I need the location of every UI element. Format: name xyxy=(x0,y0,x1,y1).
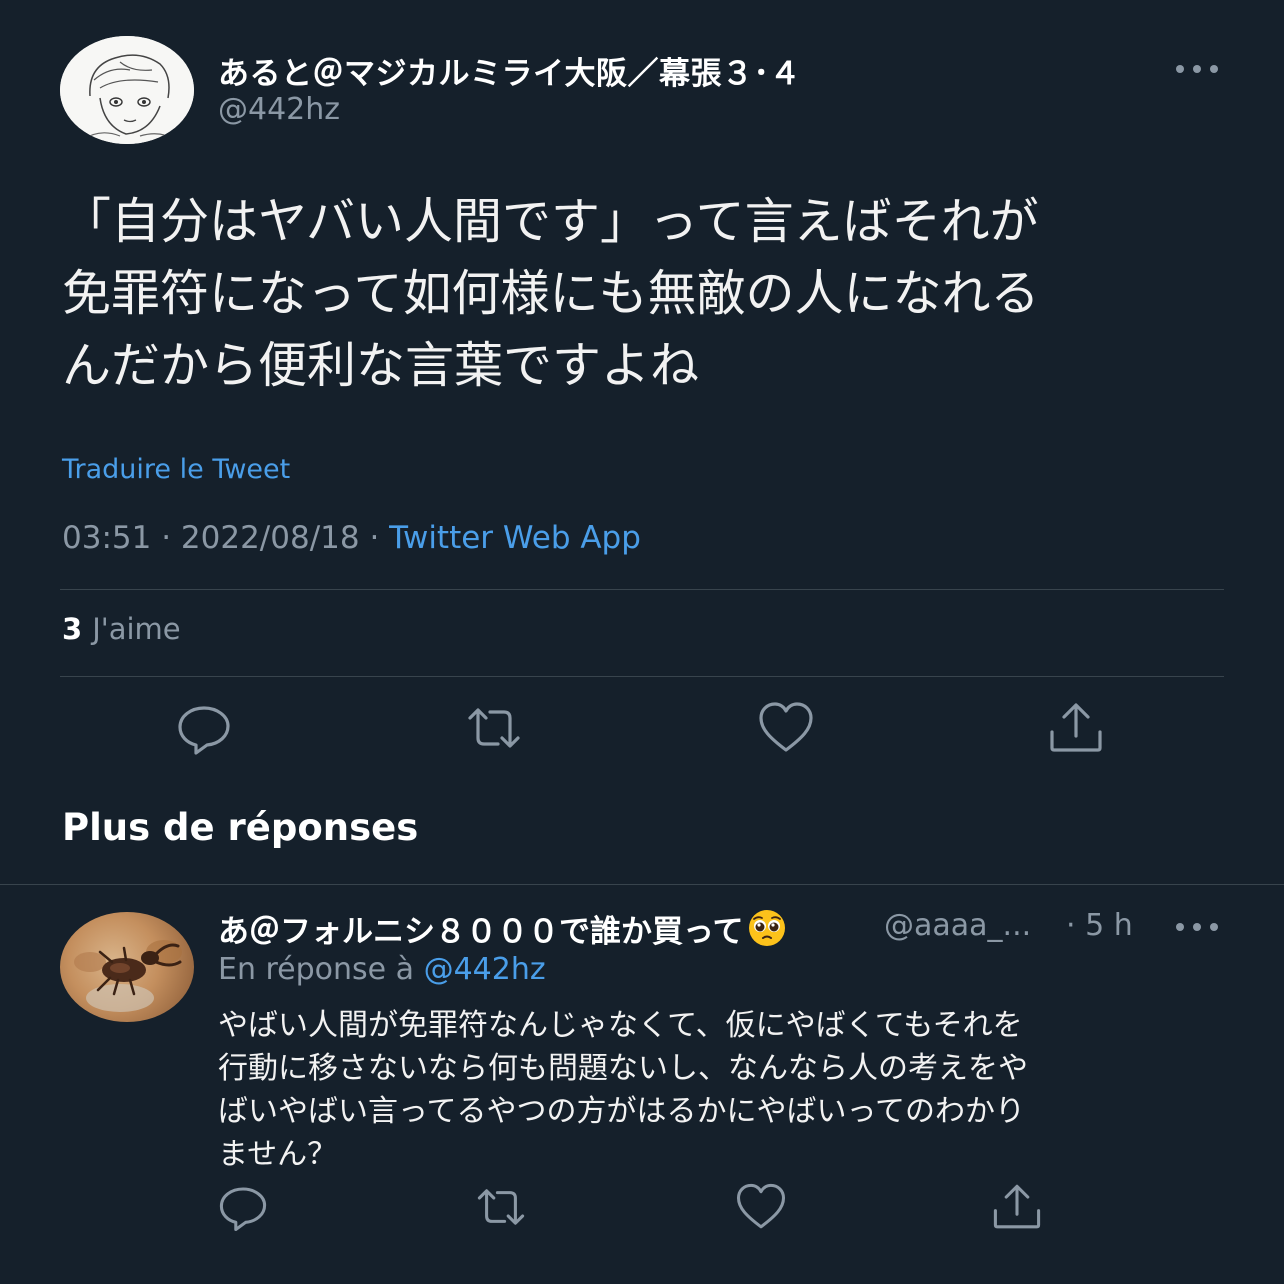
more-horizontal-icon[interactable] xyxy=(1172,912,1222,942)
divider xyxy=(60,589,1224,590)
reply-icon[interactable] xyxy=(174,698,234,758)
like-count: 3 xyxy=(62,612,83,646)
retweet-icon[interactable] xyxy=(464,698,524,758)
translate-tweet-link[interactable]: Traduire le Tweet xyxy=(62,454,290,485)
pleading-face-emoji xyxy=(747,908,787,948)
divider xyxy=(60,676,1224,677)
more-replies-heading: Plus de réponses xyxy=(62,806,419,849)
tweet-meta: 03:51 · 2022/08/18 · Twitter Web App xyxy=(62,520,641,556)
heart-icon[interactable] xyxy=(734,1180,788,1234)
tweet-time[interactable]: 03:51 xyxy=(62,520,151,556)
share-icon[interactable] xyxy=(1046,698,1106,758)
author-handle[interactable]: @442hz xyxy=(218,92,340,127)
retweet-icon[interactable] xyxy=(474,1180,528,1234)
likes-summary[interactable]: 3 J'aime xyxy=(62,612,181,646)
beetle-avatar-image xyxy=(74,940,182,1012)
reply-author-avatar[interactable] xyxy=(60,912,194,1022)
reply-time[interactable]: · 5 h xyxy=(1066,908,1133,943)
tweet-detail-page: あると＠マジカルミライ大阪／幕張３･４ @442hz 「自分はヤバい人間です」っ… xyxy=(0,0,1284,1284)
like-label: J'aime xyxy=(92,612,181,646)
reply-author-name-text: あ＠フォルニシ８０００で誰か買って xyxy=(218,914,744,950)
replying-to-prefix: En réponse à xyxy=(218,952,424,987)
tweet-text: 「自分はヤバい人間です」って言えばそれが 免罪符になって如何様にも無敵の人になれ… xyxy=(62,193,1040,394)
author-avatar[interactable] xyxy=(60,36,194,144)
reply-text: やばい人間が免罪符なんじゃなくて、仮にやばくてもそれを 行動に移さないなら何も問… xyxy=(218,1008,1028,1172)
heart-icon[interactable] xyxy=(756,698,816,758)
divider xyxy=(0,884,1284,885)
reply-icon[interactable] xyxy=(216,1180,270,1234)
replying-to: En réponse à @442hz xyxy=(218,952,546,987)
meta-separator: · xyxy=(151,520,181,556)
tweet-source-link[interactable]: Twitter Web App xyxy=(389,520,641,556)
reply-author-name[interactable]: あ＠フォルニシ８０００で誰か買って xyxy=(218,906,787,951)
author-name[interactable]: あると＠マジカルミライ大阪／幕張３･４ xyxy=(218,48,801,93)
tweet-date[interactable]: 2022/08/18 xyxy=(181,520,360,556)
sketch-avatar-image xyxy=(60,36,194,144)
meta-separator: · xyxy=(359,520,390,556)
replying-to-mention[interactable]: @442hz xyxy=(424,952,546,987)
share-icon[interactable] xyxy=(990,1180,1044,1234)
reply-author-handle[interactable]: @aaaa_... xyxy=(884,908,1031,943)
more-horizontal-icon[interactable] xyxy=(1172,54,1222,84)
